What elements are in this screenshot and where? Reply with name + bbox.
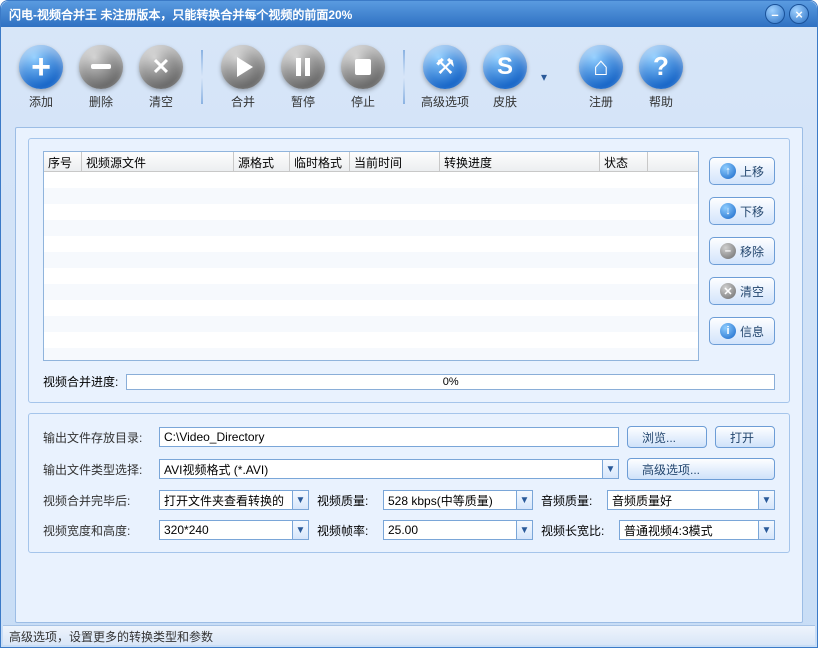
arrow-up-icon: ↑ [720, 163, 736, 179]
wh-label: 视频宽度和高度: [43, 522, 151, 539]
chevron-down-icon: ▼ [516, 521, 532, 539]
chevron-down-icon: ▼ [602, 460, 618, 478]
info-icon: i [720, 323, 736, 339]
fps-label: 视频帧率: [317, 522, 375, 539]
move-down-button[interactable]: ↓下移 [709, 197, 775, 225]
col-srcfmt[interactable]: 源格式 [234, 152, 290, 171]
separator [403, 50, 405, 104]
chevron-down-icon: ▼ [758, 521, 774, 539]
delete-button[interactable]: 删除 [73, 45, 129, 110]
x-icon: ✕ [720, 283, 736, 299]
minimize-button[interactable]: – [765, 4, 785, 24]
remove-button[interactable]: –移除 [709, 237, 775, 265]
col-index[interactable]: 序号 [44, 152, 82, 171]
chevron-down-icon: ▼ [292, 521, 308, 539]
ar-select[interactable]: 普通视频4:3模式▼ [619, 520, 775, 540]
list-panel: 序号 视频源文件 源格式 临时格式 当前时间 转换进度 状态 [28, 138, 790, 403]
progress-bar: 0% [126, 374, 775, 390]
x-icon [139, 45, 183, 89]
settings-panel: 输出文件存放目录: 浏览... 打开 输出文件类型选择: AVI视频格式 (*.… [28, 413, 790, 553]
aq-label: 音频质量: [541, 492, 599, 509]
outtype-label: 输出文件类型选择: [43, 461, 151, 478]
col-tmpfmt[interactable]: 临时格式 [290, 152, 350, 171]
open-button[interactable]: 打开 [715, 426, 775, 448]
advanced-button[interactable]: 高级选项... [627, 458, 775, 480]
ar-label: 视频长宽比: [541, 522, 611, 539]
help-button[interactable]: 帮助 [633, 45, 689, 110]
col-progress[interactable]: 转换进度 [440, 152, 600, 171]
merge-button[interactable]: 合并 [215, 45, 271, 110]
register-button[interactable]: 注册 [573, 45, 629, 110]
pause-icon [281, 45, 325, 89]
clear-button[interactable]: 清空 [133, 45, 189, 110]
outdir-input[interactable] [159, 427, 619, 447]
home-icon [579, 45, 623, 89]
minus-icon [79, 45, 123, 89]
tools-icon [423, 45, 467, 89]
col-status[interactable]: 状态 [600, 152, 648, 171]
pause-button[interactable]: 暂停 [275, 45, 331, 110]
chevron-down-icon: ▼ [758, 491, 774, 509]
progress-percent: 0% [443, 375, 459, 389]
info-button[interactable]: i信息 [709, 317, 775, 345]
vq-label: 视频质量: [317, 492, 375, 509]
skin-button[interactable]: 皮肤 [477, 45, 533, 110]
after-label: 视频合并完毕后: [43, 492, 151, 509]
clear-list-button[interactable]: ✕清空 [709, 277, 775, 305]
arrow-down-icon: ↓ [720, 203, 736, 219]
app-window: 闪电-视频合并王 未注册版本，只能转换合并每个视频的前面20% – × 添加 删… [0, 0, 818, 648]
list-body [44, 172, 698, 360]
progress-label: 视频合并进度: [43, 373, 118, 390]
window-title: 闪电-视频合并王 未注册版本，只能转换合并每个视频的前面20% [9, 6, 761, 23]
col-curtime[interactable]: 当前时间 [350, 152, 440, 171]
fps-select[interactable]: 25.00▼ [383, 520, 533, 540]
advanced-options-button[interactable]: 高级选项 [417, 45, 473, 110]
vq-select[interactable]: 528 kbps(中等质量)▼ [383, 490, 533, 510]
wh-select[interactable]: 320*240▼ [159, 520, 309, 540]
list-header: 序号 视频源文件 源格式 临时格式 当前时间 转换进度 状态 [44, 152, 698, 172]
toolbar: 添加 删除 清空 合并 暂停 停止 高级选项 皮肤 ▾ 注册 帮助 [1, 27, 817, 127]
statusbar: 高级选项，设置更多的转换类型和参数 [3, 625, 815, 645]
content-area: 序号 视频源文件 源格式 临时格式 当前时间 转换进度 状态 [15, 127, 803, 623]
move-up-button[interactable]: ↑上移 [709, 157, 775, 185]
after-select[interactable]: 打开文件夹查看转换的▼ [159, 490, 309, 510]
play-icon [221, 45, 265, 89]
titlebar: 闪电-视频合并王 未注册版本，只能转换合并每个视频的前面20% – × [1, 1, 817, 27]
col-source[interactable]: 视频源文件 [82, 152, 234, 171]
skin-dropdown-arrow[interactable]: ▾ [537, 70, 551, 84]
close-button[interactable]: × [789, 4, 809, 24]
separator [201, 50, 203, 104]
add-button[interactable]: 添加 [13, 45, 69, 110]
browse-button[interactable]: 浏览... [627, 426, 707, 448]
stop-icon [341, 45, 385, 89]
progress-row: 视频合并进度: 0% [43, 373, 775, 390]
plus-icon [19, 45, 63, 89]
aq-select[interactable]: 音频质量好▼ [607, 490, 775, 510]
minus-icon: – [720, 243, 736, 259]
skin-icon [483, 45, 527, 89]
stop-button[interactable]: 停止 [335, 45, 391, 110]
chevron-down-icon: ▼ [292, 491, 308, 509]
help-icon [639, 45, 683, 89]
chevron-down-icon: ▼ [516, 491, 532, 509]
outdir-label: 输出文件存放目录: [43, 429, 151, 446]
outtype-select[interactable]: AVI视频格式 (*.AVI)▼ [159, 459, 619, 479]
side-buttons: ↑上移 ↓下移 –移除 ✕清空 i信息 [709, 151, 775, 361]
file-list[interactable]: 序号 视频源文件 源格式 临时格式 当前时间 转换进度 状态 [43, 151, 699, 361]
